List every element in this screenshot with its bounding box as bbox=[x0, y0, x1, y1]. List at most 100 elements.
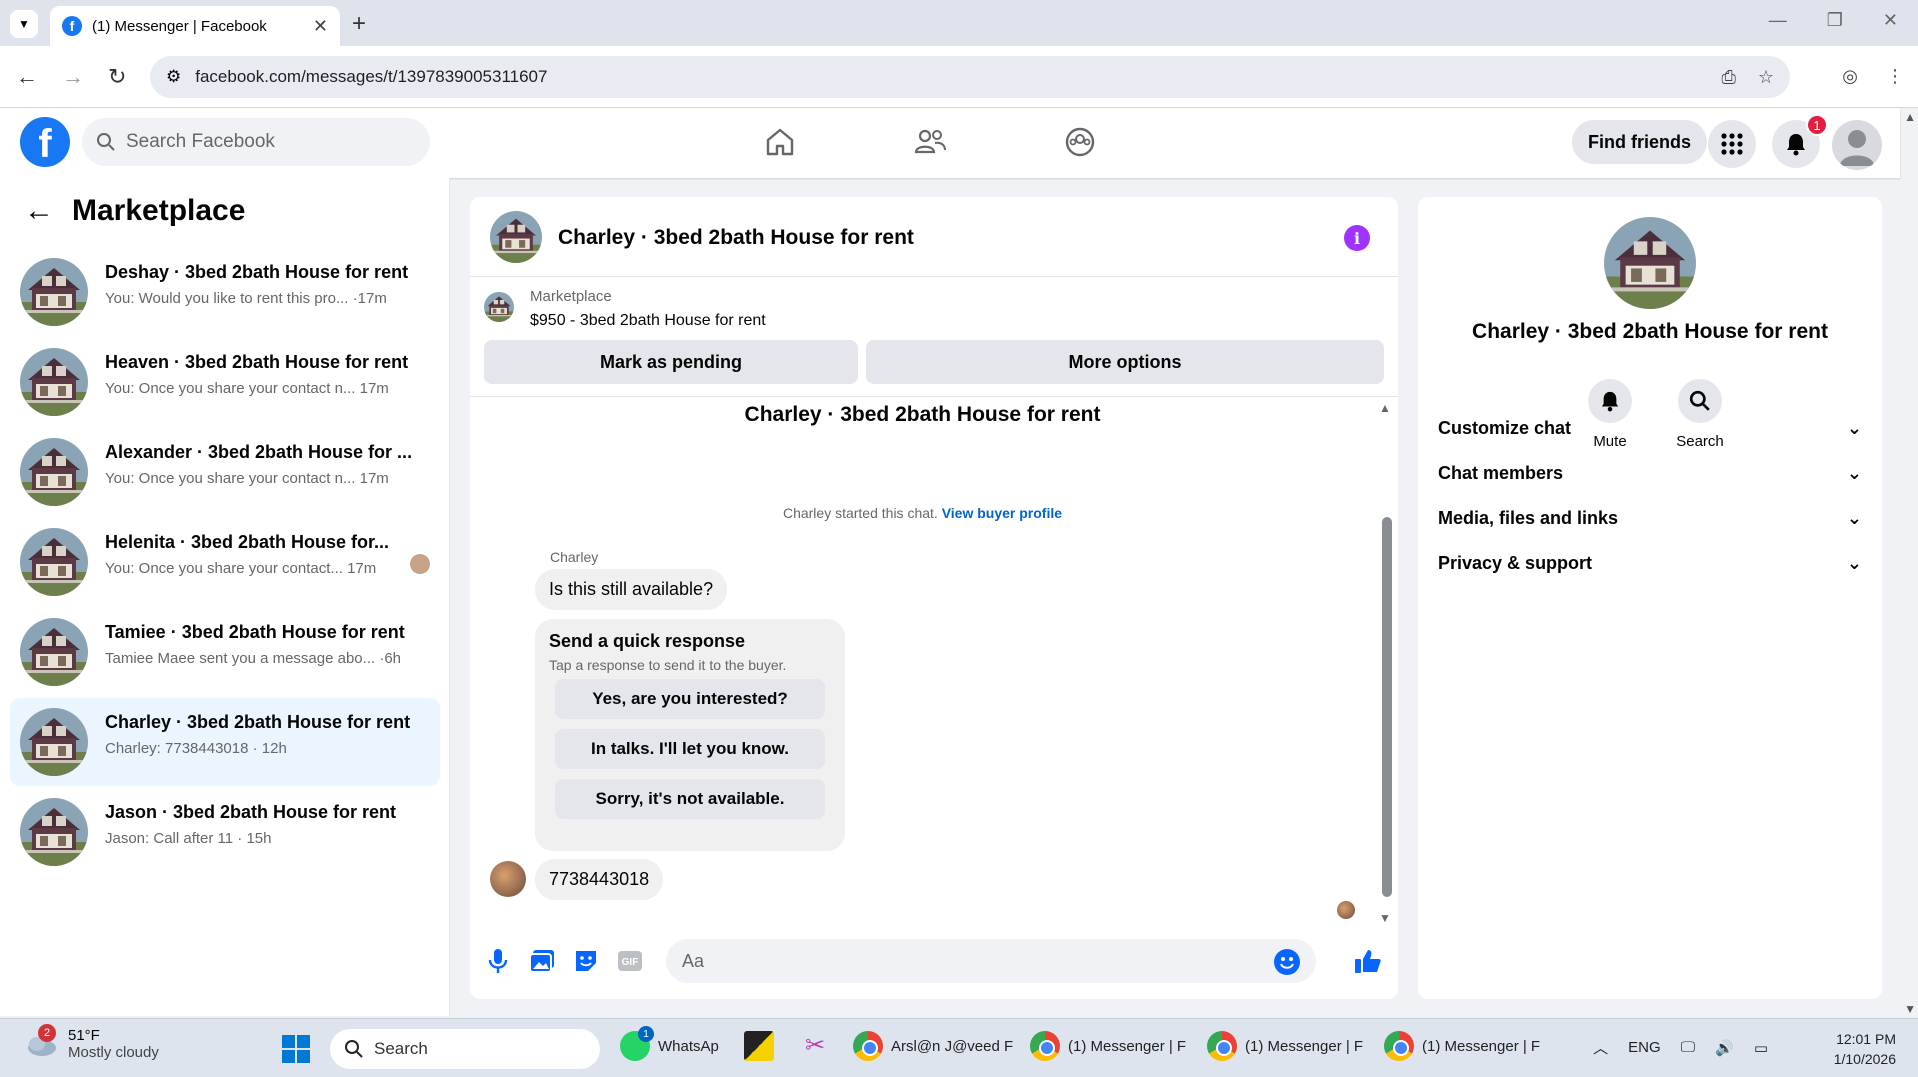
like-thumb-icon[interactable] bbox=[1354, 947, 1382, 975]
chrome-window-label: (1) Messenger | F bbox=[1068, 1037, 1187, 1055]
house-thumbnail bbox=[20, 798, 88, 866]
chat-thumbnail bbox=[1604, 217, 1696, 309]
media-files-links-section[interactable]: Media, files and links ⌄ bbox=[1438, 498, 1862, 538]
scroll-up-arrow-icon[interactable]: ▲ bbox=[1379, 401, 1391, 415]
taskbar-chrome-2[interactable]: (1) Messenger | F bbox=[1030, 1031, 1186, 1061]
restore-icon[interactable]: ❐ bbox=[1827, 10, 1843, 31]
facebook-search-input[interactable]: Search Facebook bbox=[82, 118, 430, 166]
taskbar-search-label: Search bbox=[374, 1039, 428, 1058]
language-indicator[interactable]: ENG bbox=[1628, 1039, 1661, 1056]
taskbar-chrome-3[interactable]: (1) Messenger | F bbox=[1207, 1031, 1363, 1061]
panel-title: Marketplace bbox=[72, 194, 246, 227]
house-thumbnail bbox=[20, 618, 88, 686]
url-bar[interactable]: ⚙ facebook.com/messages/t/13978390053116… bbox=[150, 56, 1790, 98]
facebook-logo-icon[interactable]: f bbox=[20, 117, 70, 167]
sticky-notes-icon bbox=[744, 1031, 774, 1061]
browser-menu-icon[interactable]: ⋮ bbox=[1886, 66, 1904, 87]
conversation-item[interactable]: Tamiee · 3bed 2bath House for rent Tamie… bbox=[10, 608, 440, 696]
microphone-icon[interactable] bbox=[484, 947, 512, 975]
menu-grid-button[interactable] bbox=[1708, 120, 1756, 168]
browser-tab[interactable]: f (1) Messenger | Facebook ✕ bbox=[50, 6, 340, 46]
view-buyer-profile-link[interactable]: View buyer profile bbox=[942, 505, 1062, 521]
gif-icon[interactable]: GIF bbox=[616, 947, 644, 975]
sender-avatar[interactable] bbox=[490, 861, 526, 897]
tab-search-button[interactable]: ▼ bbox=[10, 10, 38, 38]
find-friends-button[interactable]: Find friends bbox=[1572, 120, 1707, 164]
taskbar-whatsapp[interactable]: 1 WhatsAp bbox=[620, 1026, 719, 1061]
mark-as-pending-button[interactable]: Mark as pending bbox=[484, 340, 858, 384]
profile-icon[interactable]: ◎ bbox=[1842, 66, 1858, 87]
conversation-item[interactable]: Deshay · 3bed 2bath House for rent You: … bbox=[10, 248, 440, 336]
quick-response-button[interactable]: Yes, are you interested? bbox=[555, 679, 825, 719]
volume-icon[interactable]: 🔊 bbox=[1715, 1039, 1734, 1057]
conversation-item[interactable]: Helenita · 3bed 2bath House for... You: … bbox=[10, 518, 440, 606]
privacy-support-section[interactable]: Privacy & support ⌄ bbox=[1438, 543, 1862, 583]
scroll-down-arrow-icon[interactable]: ▼ bbox=[1379, 911, 1391, 925]
friends-icon[interactable] bbox=[910, 122, 950, 162]
listing-thumbnail bbox=[484, 292, 514, 322]
windows-start-icon[interactable] bbox=[282, 1035, 310, 1063]
chevron-up-icon[interactable]: ︿ bbox=[1593, 1037, 1608, 1058]
page-scroll-up-icon[interactable]: ▲ bbox=[1904, 110, 1916, 124]
taskbar-chrome-4[interactable]: (1) Messenger | F bbox=[1384, 1031, 1540, 1061]
site-info-icon[interactable]: ⚙ bbox=[166, 67, 181, 87]
taskbar-clock[interactable]: 12:01 PM 1/10/2026 bbox=[1834, 1029, 1896, 1069]
quick-response-button[interactable]: Sorry, it's not available. bbox=[555, 779, 825, 819]
network-icon[interactable]: 🖵 bbox=[1681, 1039, 1695, 1056]
chat-header-name[interactable]: Charley · 3bed 2bath House for rent bbox=[558, 226, 914, 250]
new-tab-button[interactable]: + bbox=[352, 10, 366, 38]
emoji-icon[interactable] bbox=[1274, 949, 1300, 975]
forward-icon[interactable]: → bbox=[62, 64, 84, 90]
chrome-icon bbox=[1030, 1031, 1060, 1061]
back-arrow-icon[interactable]: ← bbox=[24, 194, 54, 228]
section-label: Chat members bbox=[1438, 462, 1564, 483]
taskbar-search[interactable]: Search bbox=[330, 1029, 600, 1069]
minimize-icon[interactable]: — bbox=[1769, 10, 1787, 31]
close-tab-icon[interactable]: ✕ bbox=[313, 16, 328, 37]
more-options-button[interactable]: More options bbox=[866, 340, 1384, 384]
notification-badge: 1 bbox=[1806, 114, 1828, 136]
search-icon bbox=[97, 133, 115, 151]
home-icon[interactable] bbox=[760, 122, 800, 162]
page-scroll-down-icon[interactable]: ▼ bbox=[1904, 1002, 1916, 1016]
listing-source: Marketplace bbox=[530, 288, 612, 305]
thread-title: Charley · 3bed 2bath House for rent bbox=[744, 403, 1101, 426]
customize-chat-section[interactable]: Customize chat ⌄ bbox=[1438, 408, 1862, 448]
close-window-icon[interactable]: ✕ bbox=[1883, 10, 1898, 31]
chat-members-section[interactable]: Chat members ⌄ bbox=[1438, 453, 1862, 493]
chrome-icon bbox=[1384, 1031, 1414, 1061]
groups-icon[interactable] bbox=[1060, 122, 1100, 162]
house-thumbnail bbox=[20, 708, 88, 776]
listing-title[interactable]: $950 - 3bed 2bath House for rent bbox=[530, 312, 766, 330]
conversation-item[interactable]: Heaven · 3bed 2bath House for rent You: … bbox=[10, 338, 440, 426]
thread-scrollbar[interactable] bbox=[1382, 517, 1392, 897]
account-avatar[interactable] bbox=[1832, 120, 1882, 170]
conversation-item[interactable]: Alexander · 3bed 2bath House for ... You… bbox=[10, 428, 440, 516]
info-icon[interactable]: i bbox=[1344, 225, 1370, 251]
weather-temp: 51°F bbox=[68, 1027, 100, 1044]
quick-response-button[interactable]: In talks. I'll let you know. bbox=[555, 729, 825, 769]
conversation-item[interactable]: Jason · 3bed 2bath House for rent Jason:… bbox=[10, 788, 440, 876]
clock-time: 12:01 PM bbox=[1836, 1031, 1896, 1047]
battery-icon[interactable]: ▭ bbox=[1754, 1039, 1768, 1057]
install-app-icon[interactable]: ⎙ bbox=[1721, 67, 1735, 88]
message-thread: Charley · 3bed 2bath House for rent Char… bbox=[470, 397, 1398, 927]
chrome-window-label: Arsl@n J@veed F bbox=[891, 1037, 1014, 1055]
taskbar-sticky-notes[interactable] bbox=[744, 1031, 774, 1061]
taskbar-snipping-tool[interactable]: ✂ bbox=[800, 1031, 830, 1061]
bookmark-star-icon[interactable]: ☆ bbox=[1758, 67, 1774, 88]
weather-widget[interactable]: 2 51°F Mostly cloudy bbox=[24, 1024, 159, 1061]
chat-header: Charley · 3bed 2bath House for rent i bbox=[470, 197, 1398, 277]
back-icon[interactable]: ← bbox=[16, 64, 38, 90]
chat-started-notice: Charley started this chat. View buyer pr… bbox=[470, 505, 1375, 521]
bell-icon bbox=[1787, 134, 1805, 156]
reload-icon[interactable]: ↻ bbox=[108, 64, 126, 90]
search-icon bbox=[345, 1040, 363, 1058]
photo-icon[interactable] bbox=[528, 947, 556, 975]
notifications-button[interactable]: 1 bbox=[1772, 114, 1828, 168]
taskbar-chrome-1[interactable]: Arsl@n J@veed F bbox=[853, 1031, 1013, 1061]
conversation-item-active[interactable]: Charley · 3bed 2bath House for rent Char… bbox=[10, 698, 440, 786]
sticker-icon[interactable] bbox=[572, 947, 600, 975]
message-input[interactable]: Aa bbox=[666, 939, 1316, 983]
conversation-snippet: You: Once you share your contact... 17m bbox=[105, 560, 377, 577]
